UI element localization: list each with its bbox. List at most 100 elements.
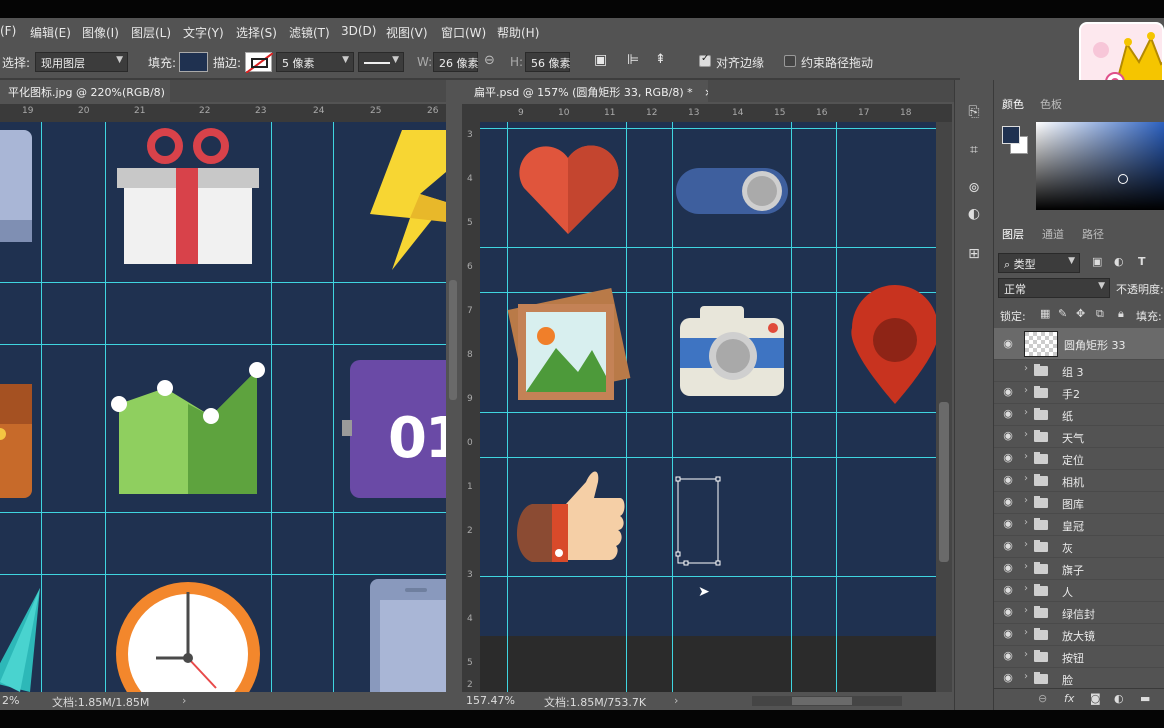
new-group-icon[interactable]: ▬ (1140, 692, 1150, 705)
tab-left-document[interactable]: 平化图标.jpg @ 220%(RGB/8) × (0, 80, 184, 102)
select-dropdown[interactable]: 现用图层 ▼ (35, 52, 128, 72)
chevron-right-icon[interactable]: › (1024, 671, 1028, 682)
lock-all-icon[interactable]: 🔒︎ (1118, 307, 1124, 321)
chevron-right-icon[interactable]: › (1024, 539, 1028, 550)
stroke-type-dropdown[interactable]: ▼ (358, 52, 404, 72)
splitter-handle[interactable] (449, 280, 457, 400)
right-zoom-level[interactable]: 157.47% (466, 694, 515, 707)
lock-artboard-icon[interactable]: ⧉ (1096, 307, 1104, 321)
fill-swatch[interactable] (179, 52, 208, 72)
eye-icon[interactable]: ◉ (1001, 385, 1015, 399)
scrollbar-thumb[interactable] (792, 697, 852, 705)
layer-group-row[interactable]: ◉ › 放大镜 (994, 624, 1164, 646)
eye-icon[interactable]: ◉ (1001, 495, 1015, 509)
history-icon[interactable]: ⎘ (964, 104, 984, 124)
layer-group-row[interactable]: ◉ › 定位 (994, 448, 1164, 470)
tab-paths[interactable]: 路径 (1082, 226, 1104, 242)
chevron-right-icon[interactable]: › (1024, 495, 1028, 506)
selection-path[interactable] (675, 476, 721, 566)
chevron-right-icon[interactable]: › (1024, 473, 1028, 484)
link-icon[interactable]: ⊖ (484, 53, 495, 68)
layer-group-row[interactable]: ◉ › 脸 (994, 668, 1164, 690)
left-zoom-level[interactable]: 2% (2, 694, 19, 707)
layer-group-row[interactable]: ◉ › 旗子 (994, 558, 1164, 580)
right-canvas[interactable]: ➤ (480, 122, 936, 692)
eye-icon[interactable]: ◉ (1001, 407, 1015, 421)
chevron-right-icon[interactable]: › (1024, 407, 1028, 418)
lock-brush-icon[interactable]: ✎ (1058, 307, 1067, 320)
menu-3d[interactable]: 3D(D) (341, 24, 376, 38)
lock-transparent-icon[interactable]: ▦ (1040, 307, 1050, 320)
eye-icon[interactable]: ◉ (1001, 473, 1015, 487)
tab-layers[interactable]: 图层 (1002, 226, 1024, 242)
align-edges-checkbox[interactable]: ✓ (699, 53, 711, 67)
color-picker-field[interactable] (1036, 122, 1164, 210)
path-operations-icon[interactable]: ▣ (594, 52, 607, 68)
chevron-right-icon[interactable]: › (1024, 429, 1028, 440)
layer-group-row[interactable]: ◉ › 绿信封 (994, 602, 1164, 624)
chevron-right-icon[interactable]: › (674, 694, 678, 707)
layer-group-row[interactable]: ◉ › 纸 (994, 404, 1164, 426)
menu-window[interactable]: 窗口(W) (441, 24, 486, 41)
layer-group-row[interactable]: ◉ › 图库 (994, 492, 1164, 514)
layer-group-row[interactable]: ◉ › 人 (994, 580, 1164, 602)
libraries-icon[interactable]: ⊞ (964, 246, 984, 266)
link-layers-icon[interactable]: ⊖ (1038, 692, 1047, 705)
eye-icon[interactable]: ◉ (1001, 649, 1015, 663)
chevron-right-icon[interactable]: › (1024, 627, 1028, 638)
panel-splitter[interactable] (446, 80, 462, 710)
layer-row-selected[interactable]: ◉ 圆角矩形 33 (994, 328, 1164, 360)
width-field[interactable]: 26 像素 (433, 52, 479, 72)
chevron-right-icon[interactable]: › (1024, 385, 1028, 396)
fx-icon[interactable]: fx (1064, 692, 1074, 705)
eye-icon[interactable]: ◉ (1001, 561, 1015, 575)
chevron-right-icon[interactable]: › (1024, 517, 1028, 528)
chevron-right-icon[interactable]: › (1024, 583, 1028, 594)
eye-icon[interactable]: ◉ (1001, 583, 1015, 597)
brush-presets-icon[interactable]: ⊚ (964, 180, 984, 200)
menu-help[interactable]: 帮助(H) (497, 24, 539, 41)
new-adjustment-icon[interactable]: ◐ (1114, 692, 1124, 705)
properties-icon[interactable]: ⌗ (964, 142, 984, 162)
menu-edit[interactable]: 编辑(E) (30, 24, 71, 41)
chevron-right-icon[interactable]: › (1024, 363, 1028, 374)
menu-type[interactable]: 文字(Y) (183, 24, 224, 41)
tab-color[interactable]: 颜色 (1002, 96, 1024, 112)
layer-group-row[interactable]: ◉ › 手2 (994, 382, 1164, 404)
eye-hidden-icon[interactable] (1001, 363, 1015, 377)
chevron-right-icon[interactable]: › (1024, 649, 1028, 660)
tab-right-document[interactable]: 扁平.psd @ 157% (圆角矩形 33, RGB/8) * × (462, 80, 713, 102)
add-mask-icon[interactable]: ◙ (1090, 692, 1101, 705)
layer-group-row[interactable]: ◉ › 天气 (994, 426, 1164, 448)
menu-layer[interactable]: 图层(L) (131, 24, 171, 41)
menu-view[interactable]: 视图(V) (386, 24, 428, 41)
foreground-color-swatch[interactable] (1002, 126, 1020, 144)
path-alignment-icon[interactable]: ⊫ (627, 52, 639, 68)
layer-group-row[interactable]: › 组 3 (994, 360, 1164, 382)
tab-channels[interactable]: 通道 (1042, 226, 1064, 242)
eye-icon[interactable]: ◉ (1001, 337, 1015, 351)
tab-swatches[interactable]: 色板 (1040, 96, 1062, 112)
blend-mode-dropdown[interactable]: 正常 ▼ (998, 278, 1110, 298)
menu-filter[interactable]: 滤镜(T) (289, 24, 330, 41)
constrain-path-checkbox[interactable] (784, 55, 796, 67)
lock-move-icon[interactable]: ✥ (1076, 307, 1085, 320)
scrollbar-thumb[interactable] (939, 402, 949, 562)
path-arrangement-icon[interactable]: ⇞ (655, 52, 666, 67)
layer-group-row[interactable]: ◉ › 相机 (994, 470, 1164, 492)
eye-icon[interactable]: ◉ (1001, 539, 1015, 553)
color-picker-handle[interactable] (1118, 174, 1128, 184)
layer-filter-dropdown[interactable]: ⌕ 类型 ▼ (998, 253, 1080, 273)
layer-group-row[interactable]: ◉ › 按钮 (994, 646, 1164, 668)
stroke-size-dropdown[interactable]: 5 像素 ▼ (276, 52, 354, 72)
height-field[interactable]: 56 像素 (525, 52, 571, 72)
chevron-right-icon[interactable]: › (182, 694, 186, 707)
horizontal-scrollbar[interactable] (752, 696, 902, 706)
filter-pixel-icon[interactable]: ▣ (1092, 255, 1102, 268)
eye-icon[interactable]: ◉ (1001, 605, 1015, 619)
menu-file[interactable]: (F) (0, 24, 16, 38)
left-canvas[interactable]: 01 (0, 122, 446, 692)
filter-type-icon[interactable]: T (1138, 255, 1146, 268)
chevron-right-icon[interactable]: › (1024, 561, 1028, 572)
eye-icon[interactable]: ◉ (1001, 517, 1015, 531)
